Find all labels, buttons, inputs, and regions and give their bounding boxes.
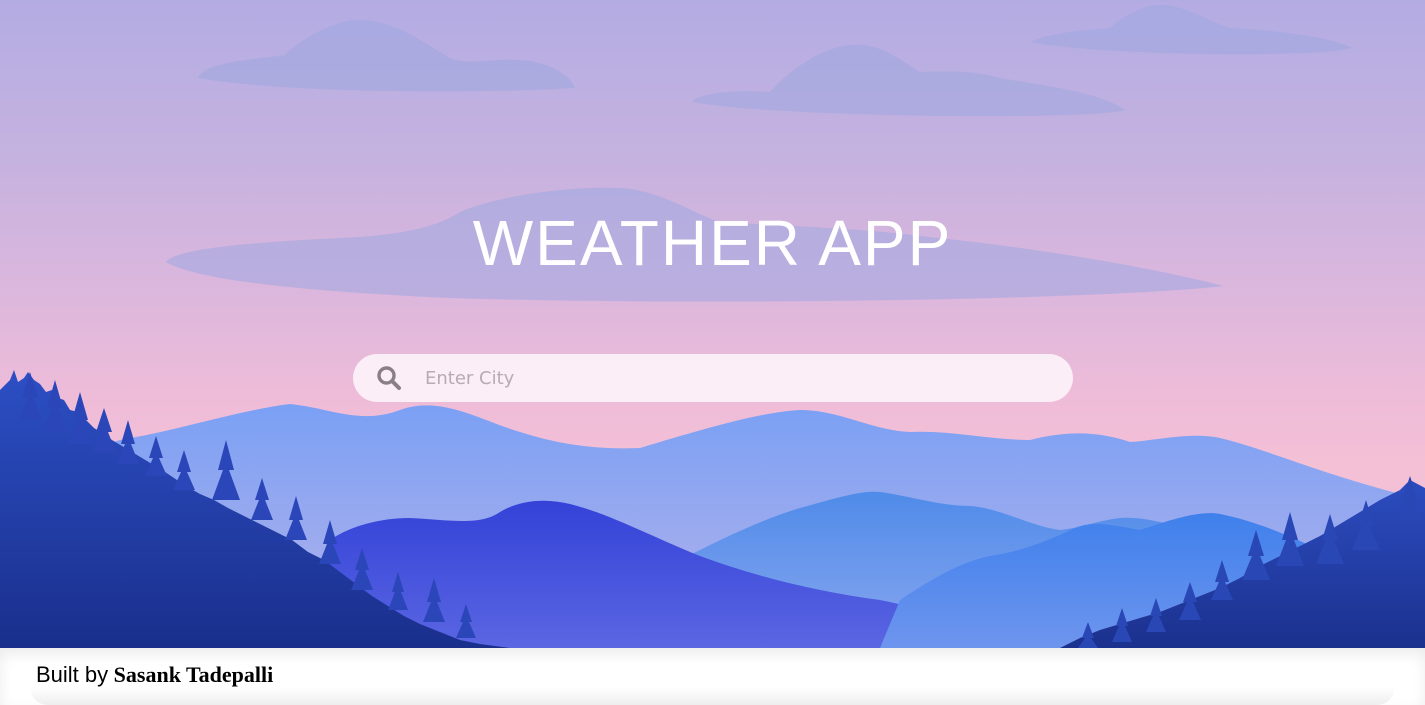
cloud-top-middle xyxy=(692,44,1125,117)
search-bar[interactable] xyxy=(353,354,1073,402)
footer-credit: Built by Sasank Tadepalli xyxy=(36,662,273,688)
footer-shadow xyxy=(30,687,1395,705)
footer: Built by Sasank Tadepalli xyxy=(0,648,1425,705)
landscape-background xyxy=(0,4,1425,648)
app-title: WEATHER APP xyxy=(472,207,953,279)
credit-prefix: Built by xyxy=(36,662,109,687)
hero-banner: WEATHER APP xyxy=(0,0,1425,648)
search-icon[interactable] xyxy=(376,365,402,391)
city-search-input[interactable] xyxy=(425,354,1045,402)
cloud-top-left xyxy=(198,19,575,92)
credit-author: Sasank Tadepalli xyxy=(113,662,274,687)
cloud-top-right xyxy=(1030,4,1352,55)
